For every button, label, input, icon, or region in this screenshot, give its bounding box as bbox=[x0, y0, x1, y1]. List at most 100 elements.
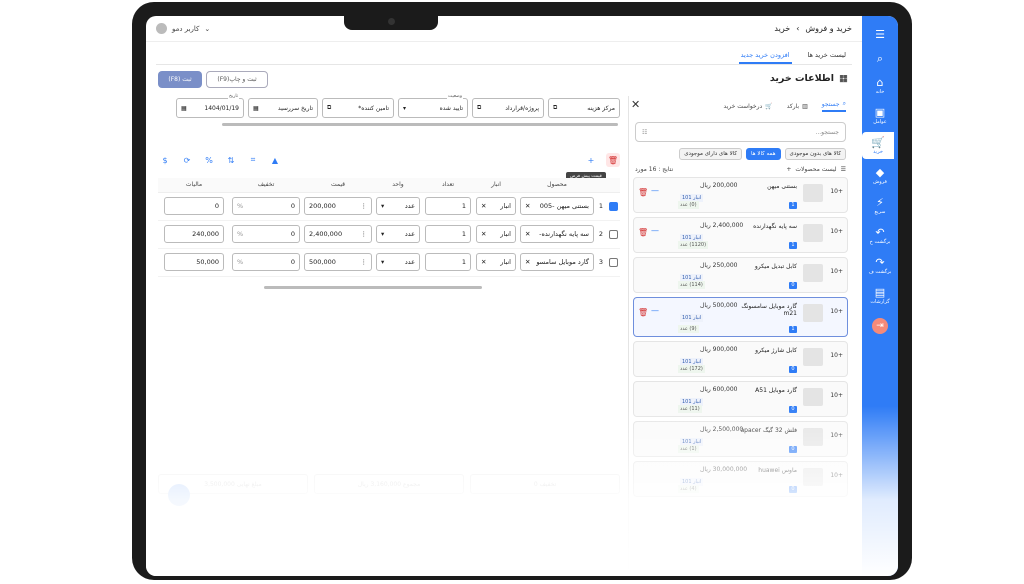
save-button[interactable]: ثبت (F8) bbox=[158, 71, 202, 88]
quick-add-qty[interactable]: +10 bbox=[830, 352, 843, 359]
product-input[interactable]: بستنی میهن -005 ✕ bbox=[520, 197, 594, 215]
delete-rows-button[interactable]: 🗑 bbox=[606, 153, 620, 167]
product-list-item[interactable]: +10 گارد موبایل سامسونگ m21 1 500,000 ریال ا… bbox=[633, 297, 848, 337]
quick-add-qty[interactable]: +10 bbox=[830, 188, 843, 195]
status-select[interactable]: وضعیت تایید شده ▾ bbox=[398, 94, 468, 118]
product-list-item[interactable]: +10 کابل تبدیل میکرو 0 250,000 ریال انبار 10… bbox=[633, 257, 848, 293]
fields-scrollbar[interactable] bbox=[222, 123, 618, 126]
price-input[interactable]: ⋮ 500,000 bbox=[304, 253, 372, 271]
clear-icon[interactable]: ✕ bbox=[525, 258, 530, 266]
chip-all[interactable]: همه کالا ها bbox=[746, 148, 781, 160]
plus-icon[interactable]: + bbox=[786, 166, 791, 173]
tab-purchase-request[interactable]: 🛒 درخواست خرید bbox=[723, 103, 772, 110]
price-input[interactable]: ⋮ 2,400,000 bbox=[304, 225, 372, 243]
tax-input[interactable]: 50,000 bbox=[164, 253, 224, 271]
barcode-scan-button[interactable]: ⌗ bbox=[246, 153, 260, 167]
chip-in-stock[interactable]: کالا های دارای موجودی bbox=[679, 148, 742, 160]
unit-select[interactable]: عدد ▾ bbox=[376, 253, 420, 271]
cost-center-field[interactable]: مرکز هزینه ⧉ bbox=[548, 98, 620, 118]
price-file-button[interactable]: $ bbox=[158, 153, 172, 167]
sort-button[interactable]: ⇅ bbox=[224, 153, 238, 167]
shapes-button[interactable]: ▲ bbox=[268, 153, 282, 167]
add-row-button[interactable]: + bbox=[584, 153, 598, 167]
clear-icon[interactable]: ✕ bbox=[481, 230, 486, 238]
discount-input[interactable]: 0% bbox=[232, 197, 300, 215]
count-input[interactable]: 1 bbox=[425, 197, 471, 215]
nav-purchase[interactable]: 🛒 خرید bbox=[862, 132, 894, 159]
minus-button[interactable]: — bbox=[650, 226, 660, 238]
tax-input[interactable]: 240,000 bbox=[164, 225, 224, 243]
unit-select[interactable]: عدد ▾ bbox=[376, 225, 420, 243]
chip-no-stock[interactable]: کالا های بدون موجودی bbox=[784, 148, 846, 160]
nav-sale[interactable]: ◆ فروش bbox=[862, 162, 898, 189]
product-list-item[interactable]: +10 سه پایه نگهدارنده 1 2,400,000 ریال انبار… bbox=[633, 217, 848, 253]
search-icon: ⌕ bbox=[876, 52, 884, 65]
trash-icon[interactable]: 🗑 bbox=[638, 308, 648, 317]
clear-icon[interactable]: ✕ bbox=[525, 230, 530, 238]
tax-input[interactable]: 0 bbox=[164, 197, 224, 215]
quick-add-qty[interactable]: +10 bbox=[830, 472, 843, 479]
filter-icon[interactable]: ☷ bbox=[642, 129, 647, 136]
grid-scrollbar[interactable] bbox=[264, 286, 482, 289]
clear-icon[interactable]: ✕ bbox=[525, 202, 530, 210]
warehouse-input[interactable]: انبار ✕ bbox=[476, 253, 516, 271]
product-input[interactable]: گارد موبایل سامسو ✕ bbox=[520, 253, 594, 271]
count-input[interactable]: 1 bbox=[425, 225, 471, 243]
clear-icon[interactable]: ✕ bbox=[481, 258, 486, 266]
count-input[interactable]: 1 bbox=[425, 253, 471, 271]
save-print-button[interactable]: ثبت و چاپ(F9) bbox=[206, 71, 268, 88]
more-icon[interactable]: ⋮ bbox=[361, 202, 368, 210]
tab-barcode[interactable]: ▥ بارکد bbox=[787, 103, 808, 110]
nav-search[interactable]: ⌕ bbox=[862, 48, 898, 69]
date-field[interactable]: تاریخ 1404/01/19 ▦ bbox=[176, 94, 244, 118]
quick-add-qty[interactable]: +10 bbox=[830, 228, 843, 235]
warehouse-input[interactable]: انبار ✕ bbox=[476, 197, 516, 215]
nav-contacts[interactable]: ▣ عوامل bbox=[862, 102, 898, 129]
trash-icon[interactable]: 🗑 bbox=[638, 188, 648, 197]
quick-add-qty[interactable]: +10 bbox=[830, 268, 843, 275]
nav-reports[interactable]: ▤ گزارشات bbox=[862, 282, 898, 309]
product-search-input[interactable]: جستجو... ☷ bbox=[635, 122, 846, 142]
product-list-item[interactable]: +10 فلش 32 گیگ apacer 0 2,500,000 ریال انبار… bbox=[633, 421, 848, 457]
product-list-item[interactable]: +10 گارد موبایل A51 0 600,000 ریال انبار 101… bbox=[633, 381, 848, 417]
logout-button[interactable]: ⇥ bbox=[872, 318, 888, 334]
supplier-field[interactable]: تامین کننده* ⧉ bbox=[322, 98, 394, 118]
percent-button[interactable]: % bbox=[202, 153, 216, 167]
due-date-field[interactable]: تاریخ سررسید ▦ bbox=[248, 98, 318, 118]
project-field[interactable]: پروژه/قرارداد ⧉ bbox=[472, 98, 544, 118]
product-input[interactable]: سه پایه نگهدارنده- ✕ bbox=[520, 225, 594, 243]
nav-purchase-return[interactable]: ↶ برگشت خ bbox=[862, 222, 898, 249]
user-menu[interactable]: ⌄ کاربر دمو bbox=[156, 23, 210, 34]
quick-add-qty[interactable]: +10 bbox=[830, 308, 843, 315]
unit-select[interactable]: عدد ▾ bbox=[376, 197, 420, 215]
clear-icon[interactable]: ✕ bbox=[481, 202, 486, 210]
nav-sale-return[interactable]: ↷ برگشت ف bbox=[862, 252, 898, 279]
close-icon[interactable]: ✕ bbox=[631, 98, 640, 111]
price-input[interactable]: ⋮ 200,000 bbox=[304, 197, 372, 215]
quick-add-qty[interactable]: +10 bbox=[830, 432, 843, 439]
discount-input[interactable]: 0% bbox=[232, 225, 300, 243]
row-checkbox[interactable] bbox=[608, 229, 618, 239]
tab-add-purchase[interactable]: افزودن خرید جدید bbox=[738, 48, 792, 64]
nav-quick[interactable]: ⚡ سریع bbox=[862, 192, 898, 219]
nav-home[interactable]: ⌂ خانه bbox=[862, 72, 898, 99]
breadcrumb-section[interactable]: خرید و فروش bbox=[805, 24, 852, 33]
discount-input[interactable]: 0% bbox=[232, 253, 300, 271]
tab-search[interactable]: ⌕ جستجو bbox=[821, 100, 846, 112]
tab-purchase-list[interactable]: لیست خرید ها bbox=[806, 48, 849, 64]
minus-button[interactable]: — bbox=[650, 186, 660, 198]
more-icon[interactable]: ⋮ bbox=[361, 258, 368, 266]
product-list-item[interactable]: +10 بستنی میهن 1 200,000 ریال انبار 101 (0) ع… bbox=[633, 177, 848, 213]
warehouse-input[interactable]: انبار ✕ bbox=[476, 225, 516, 243]
default-price-button[interactable]: ⟳ bbox=[180, 153, 194, 167]
summary-action-button[interactable] bbox=[168, 484, 190, 506]
trash-icon[interactable]: 🗑 bbox=[638, 228, 648, 237]
nav-collapse[interactable]: ☰ bbox=[862, 24, 898, 45]
quick-add-qty[interactable]: +10 bbox=[830, 392, 843, 399]
product-list-item[interactable]: +10 ماوس huawei 0 30,000,000 ریال انبار 101(… bbox=[633, 461, 848, 497]
more-icon[interactable]: ⋮ bbox=[361, 230, 368, 238]
product-list-item[interactable]: +10 کابل شارژ میکرو 0 900,000 ریال انبار 101… bbox=[633, 341, 848, 377]
row-checkbox[interactable] bbox=[608, 257, 618, 267]
row-checkbox[interactable] bbox=[608, 201, 618, 211]
minus-button[interactable]: — bbox=[650, 306, 660, 318]
